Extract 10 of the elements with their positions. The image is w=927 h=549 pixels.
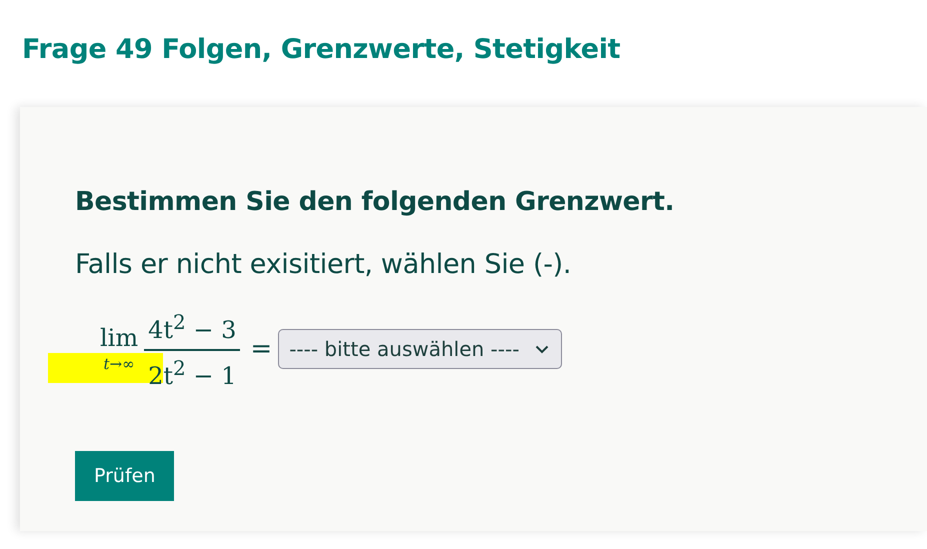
question-title: Frage 49 Folgen, Grenzwerte, Stetigkeit — [21, 33, 620, 67]
limit-operator: lim — [100, 325, 138, 351]
numerator: 4t$^{2}$ − 3 — [144, 307, 240, 351]
limit-subscript: t→∞ — [104, 355, 135, 373]
instruction-text: Falls er nicht exisitiert, wählen Sie (-). — [75, 248, 572, 282]
answer-dropdown[interactable]: ---- bitte auswählen ---- — [278, 329, 562, 369]
chevron-down-icon — [535, 344, 550, 354]
question-heading: Bestimmen Sie den folgenden Grenzwert. — [75, 186, 674, 219]
check-button[interactable]: Prüfen — [75, 451, 174, 501]
equals-sign: = — [250, 334, 272, 364]
